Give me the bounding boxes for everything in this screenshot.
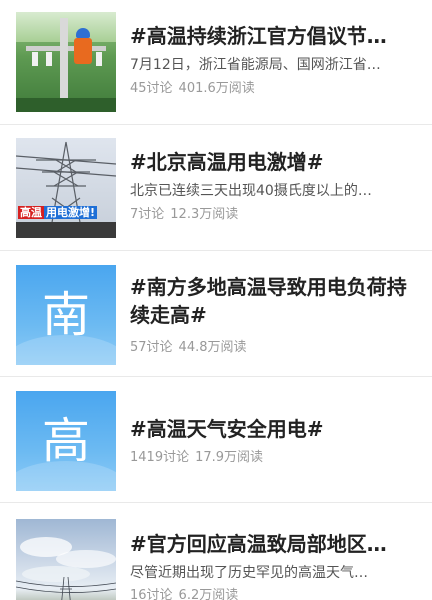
read-count: 12.3万阅读 (170, 207, 239, 222)
topic-item[interactable]: #官方回应高温致局部地区… 尽管近期出现了历史罕见的高温天气… 16讨论 6.2万… (0, 503, 432, 600)
discussion-count: 45讨论 (130, 81, 173, 96)
discussion-count: 7讨论 (130, 207, 165, 222)
topic-item[interactable]: #高温持续浙江官方倡议节… 7月12日，浙江省能源局、国网浙江省… 45讨论 40… (0, 0, 432, 124)
character-tile: 高 (16, 391, 116, 491)
topic-item[interactable]: 南 #南方多地高温导致用电负荷持续走高# 57讨论 44.8万阅读 (0, 251, 432, 376)
topic-meta: 1419讨论 17.9万阅读 (130, 449, 263, 467)
discussion-count: 57讨论 (130, 340, 173, 355)
read-count: 6.2万阅读 (178, 588, 239, 600)
topic-description: 尽管近期出现了历史罕见的高温天气… (130, 565, 368, 581)
topic-meta: 16讨论 6.2万阅读 (130, 587, 238, 600)
sky-power-lines-image (16, 519, 116, 600)
topic-meta: 57讨论 44.8万阅读 (130, 339, 247, 357)
worker-on-pole-image (16, 12, 116, 112)
topic-title[interactable]: #高温天气安全用电# (130, 415, 420, 443)
topic-title[interactable]: #官方回应高温致局部地区… (130, 530, 420, 558)
character-tile: 南 (16, 265, 116, 365)
topic-item[interactable]: 高温 用电激增! #北京高温用电激增# 北京已连续三天出现40摄氏度以上的… 7讨… (0, 125, 432, 250)
topic-title[interactable]: #高温持续浙江官方倡议节… (130, 22, 420, 50)
topic-description: 7月12日，浙江省能源局、国网浙江省… (130, 57, 381, 73)
topic-item[interactable]: 高 #高温天气安全用电# 1419讨论 17.9万阅读 (0, 377, 432, 502)
topic-feed: #高温持续浙江官方倡议节… 7月12日，浙江省能源局、国网浙江省… 45讨论 40… (0, 0, 432, 600)
topic-meta: 7讨论 12.3万阅读 (130, 206, 238, 224)
discussion-count: 1419讨论 (130, 450, 190, 465)
read-count: 401.6万阅读 (178, 81, 255, 96)
thumb-caption: 高温 用电激增! (18, 206, 98, 219)
topic-title[interactable]: #南方多地高温导致用电负荷持续走高# (130, 273, 420, 329)
topic-meta: 45讨论 401.6万阅读 (130, 80, 255, 98)
read-count: 17.9万阅读 (195, 450, 264, 465)
read-count: 44.8万阅读 (178, 340, 247, 355)
power-tower-image: 高温 用电激增! (16, 138, 116, 238)
topic-description: 北京已连续三天出现40摄氏度以上的… (130, 183, 372, 199)
discussion-count: 16讨论 (130, 588, 173, 600)
topic-title[interactable]: #北京高温用电激增# (130, 148, 420, 176)
